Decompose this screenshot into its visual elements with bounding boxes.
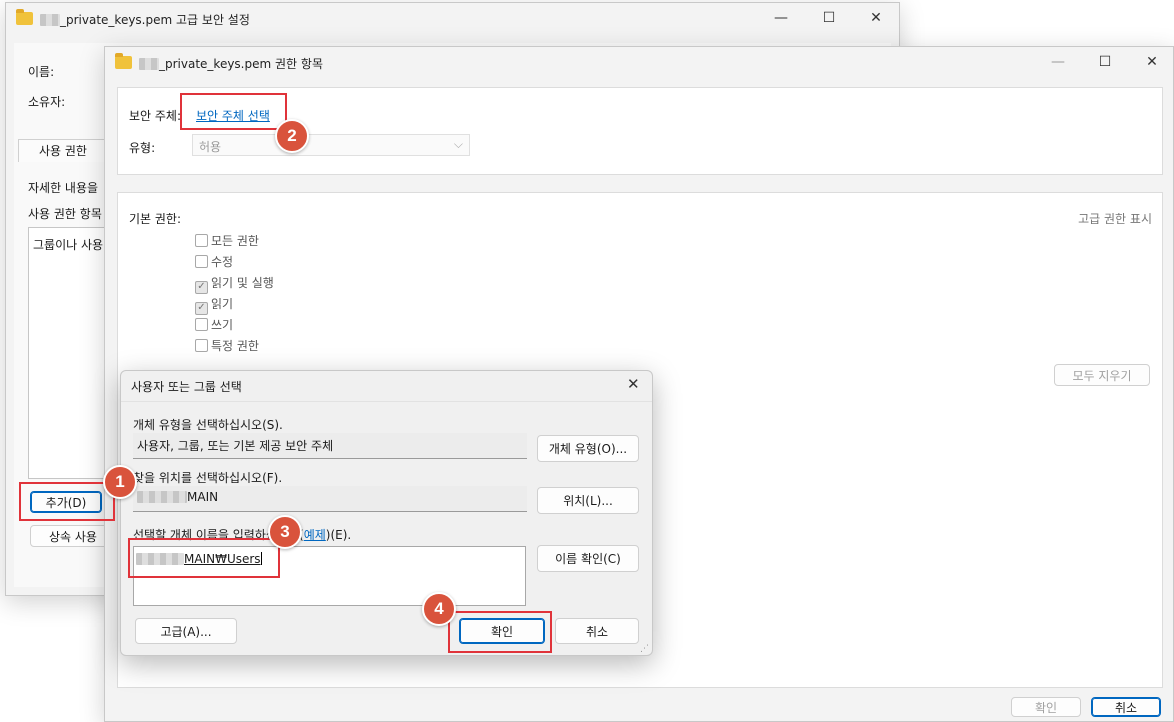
- permission-checkbox-label: 쓰기: [211, 318, 234, 332]
- advanced-button[interactable]: 고급(A)...: [135, 618, 237, 644]
- permission-entry-title: _private_keys.pem 권한 항목: [159, 57, 323, 71]
- object-type-label: 개체 유형을 선택하십시오(S).: [133, 418, 283, 432]
- object-types-button[interactable]: 개체 유형(O)...: [537, 435, 639, 462]
- permission-checkbox[interactable]: ✓ 읽기: [195, 295, 233, 315]
- step-badge-3: 3: [268, 515, 302, 549]
- maximize-icon[interactable]: ☐: [1090, 51, 1120, 73]
- ok-button[interactable]: 확인: [1011, 697, 1081, 717]
- type-select-value: 허용: [199, 140, 222, 154]
- folder-icon: [16, 9, 33, 25]
- permission-checkbox[interactable]: 모든 권한: [195, 232, 259, 249]
- details-text: 자세한 내용을: [28, 181, 99, 195]
- permission-checkbox-label: 특정 권한: [211, 339, 259, 353]
- tab-permissions-label: 사용 권한: [39, 144, 87, 158]
- redacted-domain: [136, 553, 184, 565]
- name-label: 이름:: [28, 65, 55, 79]
- dialog-cancel-button[interactable]: 취소: [555, 618, 639, 644]
- checkbox-checked-icon: ✓: [195, 302, 208, 315]
- permission-checkbox-label: 수정: [211, 255, 234, 269]
- permission-checkbox[interactable]: 쓰기: [195, 316, 233, 333]
- locations-button[interactable]: 위치(L)...: [537, 487, 639, 514]
- chevron-down-icon: ⌵: [453, 137, 463, 151]
- folder-icon: [115, 53, 132, 69]
- owner-label: 소유자:: [28, 95, 66, 109]
- object-type-field: 사용자, 그룹, 또는 기본 제공 보안 주체: [133, 433, 527, 459]
- principal-label: 보안 주체:: [129, 109, 182, 123]
- minimize-icon[interactable]: —: [1043, 51, 1073, 73]
- permission-entries-label: 사용 권한 항목: [28, 207, 102, 221]
- redacted-filename: [139, 58, 159, 70]
- checkbox-empty-icon: [195, 234, 208, 247]
- cancel-button[interactable]: 취소: [1091, 697, 1161, 717]
- select-users-dialog: 사용자 또는 그룹 선택 ✕ 개체 유형을 선택하십시오(S). 사용자, 그룹…: [120, 370, 653, 656]
- permission-checkbox-label: 모든 권한: [211, 234, 259, 248]
- permission-checkbox[interactable]: 특정 권한: [195, 337, 259, 354]
- checkbox-empty-icon: [195, 255, 208, 268]
- resize-grip-icon[interactable]: ⋰: [640, 644, 649, 654]
- checkbox-empty-icon: [195, 339, 208, 352]
- permission-checkbox-label: 읽기: [211, 297, 234, 311]
- basic-permissions-label: 기본 권한:: [129, 212, 182, 226]
- location-value: MAIN: [187, 490, 219, 504]
- object-names-input[interactable]: MAIN₩Users: [133, 546, 526, 606]
- permission-checkbox-label: 읽기 및 실행: [211, 276, 274, 290]
- permission-entry-titlebar: _private_keys.pem 권한 항목 — ☐ ✕: [105, 47, 1173, 79]
- dialog-ok-button[interactable]: 확인: [459, 618, 545, 644]
- show-advanced-permissions-link[interactable]: 고급 권한 표시: [1078, 210, 1152, 227]
- step-badge-1: 1: [103, 465, 137, 499]
- step-badge-4: 4: [422, 592, 456, 626]
- clear-all-button[interactable]: 모두 지우기: [1054, 364, 1150, 386]
- advanced-security-titlebar: _private_keys.pem 고급 보안 설정 — ☐ ✕: [6, 3, 899, 35]
- examples-link[interactable]: 예제: [304, 528, 326, 542]
- select-principal-link[interactable]: 보안 주체 선택: [196, 107, 270, 124]
- dialog-title: 사용자 또는 그룹 선택: [131, 380, 242, 394]
- step-badge-2: 2: [275, 119, 309, 153]
- type-label: 유형:: [129, 141, 156, 155]
- redacted-domain: [137, 491, 187, 503]
- tab-permissions[interactable]: 사용 권한: [18, 139, 108, 162]
- advanced-security-title: _private_keys.pem 고급 보안 설정: [60, 13, 250, 27]
- object-names-value: MAIN₩Users: [184, 552, 261, 566]
- close-icon[interactable]: ✕: [1137, 51, 1167, 73]
- add-button[interactable]: 추가(D): [30, 491, 102, 513]
- close-icon[interactable]: ✕: [627, 375, 640, 393]
- minimize-icon[interactable]: —: [766, 7, 796, 29]
- checkbox-empty-icon: [195, 318, 208, 331]
- check-names-button[interactable]: 이름 확인(C): [537, 545, 639, 572]
- type-select[interactable]: 허용 ⌵: [192, 134, 470, 156]
- list-placeholder-text: 그룹이나 사용: [33, 238, 104, 252]
- location-label: 찾을 위치를 선택하십시오(F).: [133, 471, 283, 485]
- principal-panel: 보안 주체: 보안 주체 선택 유형: 허용 ⌵: [117, 87, 1163, 175]
- permission-checkbox[interactable]: 수정: [195, 253, 233, 270]
- object-names-label: 선택할 개체 이름을 입력하십시오(예제)(E).: [133, 526, 351, 543]
- object-names-label-suffix: )(E).: [325, 528, 352, 542]
- close-icon[interactable]: ✕: [861, 7, 891, 29]
- object-type-value: 사용자, 그룹, 또는 기본 제공 보안 주체: [137, 439, 334, 453]
- permission-checkbox[interactable]: ✓ 읽기 및 실행: [195, 274, 274, 294]
- checkbox-checked-icon: ✓: [195, 281, 208, 294]
- location-field: MAIN: [133, 486, 527, 512]
- redacted-filename: [40, 14, 60, 26]
- maximize-icon[interactable]: ☐: [814, 7, 844, 29]
